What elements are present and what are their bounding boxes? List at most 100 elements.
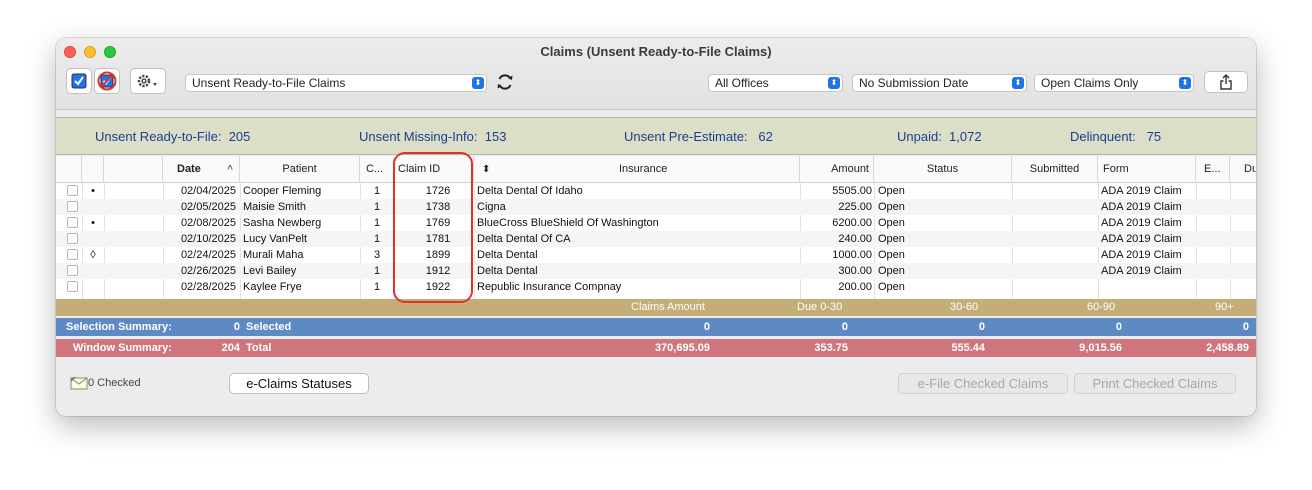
column-header-date[interactable]: Date ^	[163, 156, 240, 183]
row-patient: Kaylee Frye	[243, 281, 302, 293]
table-row[interactable]: ◊ 02/24/2025 Murali Maha 3 1899 Delta Dental 1…	[56, 247, 1256, 263]
ready-to-file-label: Unsent Ready-to-File:	[95, 129, 222, 144]
refresh-button[interactable]	[493, 70, 517, 94]
row-claim-id: 1769	[425, 217, 451, 229]
row-status: Open	[878, 201, 905, 213]
row-claim-id: 1912	[425, 265, 451, 277]
row-checkbox[interactable]	[67, 201, 78, 212]
column-header-status[interactable]: Status	[874, 156, 1012, 183]
du-header-label: Du	[1244, 163, 1256, 175]
table-row[interactable]: 02/05/2025 Maisie Smith 1 1738 Cigna 225.00 Op…	[56, 199, 1256, 215]
popup-chevron-icon: ⬍	[472, 77, 484, 89]
submission-date-filter-select[interactable]: No Submission Date ⬍	[852, 74, 1027, 92]
date-header-label: Date	[177, 163, 201, 175]
insurance-header-label: Insurance	[619, 163, 668, 175]
row-form: ADA 2019 Claim	[1101, 185, 1182, 197]
row-form: ADA 2019 Claim	[1101, 265, 1182, 277]
row-checkbox[interactable]	[67, 185, 78, 196]
row-checkbox[interactable]	[67, 249, 78, 260]
e-header-label: E...	[1204, 163, 1221, 175]
row-mark	[82, 279, 104, 295]
header-mark-column[interactable]	[82, 156, 104, 183]
missing-info-count[interactable]: Unsent Missing-Info: 153	[359, 129, 506, 144]
checkbox-checked-icon	[71, 73, 87, 89]
row-insurance: Delta Dental Of Idaho	[477, 185, 583, 197]
column-header-du[interactable]: Du	[1230, 156, 1256, 183]
efile-checked-claims-button[interactable]: e-File Checked Claims	[898, 373, 1068, 394]
row-patient: Levi Bailey	[243, 265, 297, 277]
header-blank-column[interactable]	[104, 156, 163, 183]
row-checkbox[interactable]	[67, 233, 78, 244]
print-checked-claims-button[interactable]: Print Checked Claims	[1074, 373, 1236, 394]
row-date: 02/24/2025	[180, 249, 236, 261]
column-header-claim-id[interactable]: Claim ID	[394, 156, 474, 183]
column-header-patient[interactable]: Patient	[240, 156, 360, 183]
table-row[interactable]: 02/10/2025 Lucy VanPelt 1 1781 Delta Dental …	[56, 231, 1256, 247]
row-claim-id: 1781	[425, 233, 451, 245]
due-0-30-heading: Due 0-30	[797, 301, 843, 313]
row-amount: 6200.00	[832, 217, 872, 229]
column-header-insurance[interactable]: ⬍ Insurance	[474, 156, 800, 183]
claims-table-header: Date ^ Patient C... Claim ID ⬍ Insurance…	[56, 156, 1256, 183]
column-header-form[interactable]: Form	[1098, 156, 1196, 183]
c-header-label: C...	[366, 163, 384, 175]
column-resize-icon: ⬍	[482, 164, 491, 175]
row-checkbox[interactable]	[67, 281, 78, 292]
row-mark: ◊	[90, 249, 96, 261]
row-claim-id: 1738	[425, 201, 451, 213]
share-button[interactable]	[1204, 71, 1248, 93]
row-mark	[82, 263, 104, 279]
header-checkbox-column[interactable]	[56, 156, 82, 183]
action-menu-button[interactable]	[130, 68, 166, 94]
claims-amount-heading: Claims Amount	[631, 301, 705, 313]
due-90-plus-heading: 90+	[1215, 301, 1234, 313]
row-mark	[82, 231, 104, 247]
row-amount: 240.00	[838, 233, 872, 245]
unpaid-count[interactable]: Unpaid: 1,072	[897, 129, 982, 144]
office-filter-select[interactable]: All Offices ⬍	[708, 74, 843, 92]
selection-summary-band: Selection Summary: 0 Selected 0 0 0 0 0	[56, 318, 1256, 336]
row-c: 3	[373, 249, 381, 261]
table-row[interactable]: 02/26/2025 Levi Bailey 1 1912 Delta Dental 30…	[56, 263, 1256, 279]
row-form: ADA 2019 Claim	[1101, 249, 1182, 261]
window-summary-label: Window Summary:	[73, 342, 172, 354]
popup-chevron-icon: ⬍	[828, 77, 840, 89]
checked-count-indicator: 0 Checked	[70, 376, 141, 390]
column-header-submitted[interactable]: Submitted	[1012, 156, 1098, 183]
row-patient: Cooper Fleming	[243, 185, 322, 197]
table-row[interactable]: 02/28/2025 Kaylee Frye 1 1922 Republic Insur…	[56, 279, 1256, 295]
column-header-amount[interactable]: Amount	[800, 156, 874, 183]
row-patient: Sasha Newberg	[243, 217, 322, 229]
row-patient: Lucy VanPelt	[243, 233, 308, 245]
claims-status-filter-select[interactable]: Open Claims Only ⬍	[1034, 74, 1194, 92]
table-row[interactable]: • 02/08/2025 Sasha Newberg 1 1769 BlueCross B…	[56, 215, 1256, 231]
eclaims-statuses-button[interactable]: e-Claims Statuses	[229, 373, 369, 394]
uncheck-all-button[interactable]	[94, 68, 120, 94]
claims-table-body: • 02/04/2025 Cooper Fleming 1 1726 Delta Dent…	[56, 183, 1256, 299]
ready-to-file-count[interactable]: Unsent Ready-to-File: 205	[95, 129, 250, 144]
pre-estimate-label: Unsent Pre-Estimate:	[624, 129, 748, 144]
table-row[interactable]: • 02/04/2025 Cooper Fleming 1 1726 Delta Dent…	[56, 183, 1256, 199]
row-checkbox[interactable]	[67, 265, 78, 276]
check-all-button[interactable]	[66, 68, 92, 94]
envelope-icon	[70, 376, 88, 390]
column-header-e[interactable]: E...	[1196, 156, 1230, 183]
amount-header-label: Amount	[831, 163, 869, 175]
pre-estimate-count[interactable]: Unsent Pre-Estimate: 62	[624, 129, 773, 144]
row-patient: Murali Maha	[243, 249, 304, 261]
selection-due-30-60: 0	[978, 321, 985, 333]
row-claim-id: 1726	[425, 185, 451, 197]
window-due-90-plus: 2,458.89	[1206, 342, 1249, 354]
claim-list-selector[interactable]: Unsent Ready-to-File Claims ⬍	[185, 74, 487, 92]
row-status: Open	[878, 249, 905, 261]
claims-window: Claims (Unsent Ready-to-File Claims) Uns…	[56, 38, 1256, 416]
row-form	[1098, 279, 1196, 295]
row-checkbox[interactable]	[67, 217, 78, 228]
total-label: Total	[246, 342, 272, 354]
delinquent-count[interactable]: Delinquent: 75	[1070, 129, 1161, 144]
column-header-c[interactable]: C...	[360, 156, 394, 183]
aging-header-band: Claims Amount Due 0-30 30-60 60-90 90+	[56, 299, 1256, 316]
row-amount: 200.00	[838, 281, 872, 293]
status-header-label: Status	[926, 163, 959, 175]
window-count: 204	[221, 342, 240, 354]
